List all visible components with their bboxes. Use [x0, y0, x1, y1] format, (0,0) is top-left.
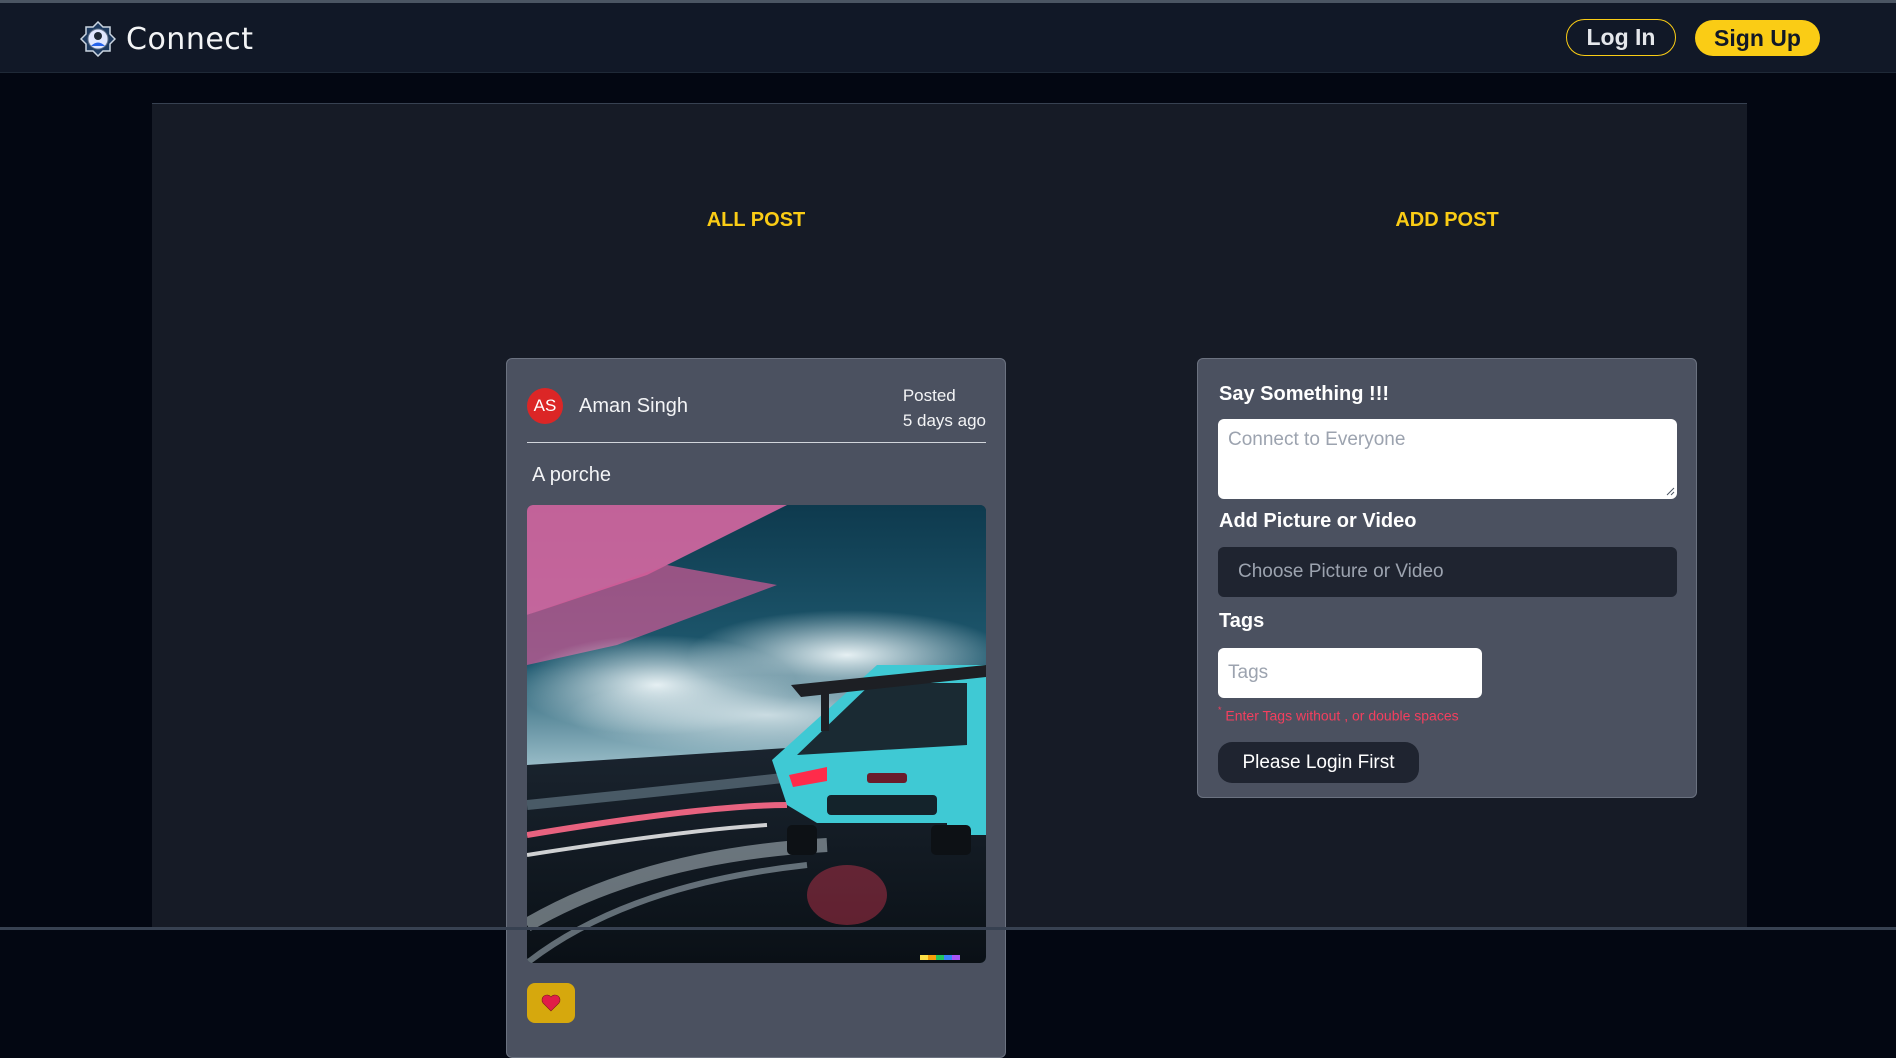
tags-hint: * Enter Tags without , or double spaces: [1218, 705, 1459, 724]
avatar[interactable]: AS: [527, 388, 563, 424]
main-panel: ALL POST ADD POST AS Aman Singh Posted 5…: [152, 103, 1747, 1058]
post-timestamp: Posted 5 days ago: [903, 383, 986, 433]
brand[interactable]: Connect: [80, 19, 254, 59]
like-button[interactable]: [527, 983, 575, 1023]
media-file-picker[interactable]: Choose Picture or Video: [1218, 547, 1677, 597]
race-car-photo: [527, 505, 986, 963]
add-post-form: Say Something !!! Add Picture or Video C…: [1197, 358, 1697, 798]
heart-icon: [541, 994, 561, 1012]
add-post-heading: ADD POST: [1395, 209, 1499, 231]
post-header: AS Aman Singh Posted 5 days ago: [527, 385, 986, 443]
navbar: Connect Log In Sign Up: [0, 3, 1896, 73]
post-caption: A porche: [532, 464, 611, 486]
say-something-label: Say Something !!!: [1219, 383, 1390, 405]
sign-up-button[interactable]: Sign Up: [1695, 20, 1820, 56]
connect-logo-icon: [80, 21, 116, 57]
posted-time: 5 days ago: [902, 411, 986, 430]
post-author-name[interactable]: Aman Singh: [579, 395, 688, 418]
tags-label: Tags: [1219, 610, 1265, 632]
brand-name: Connect: [126, 21, 254, 57]
post-text-input[interactable]: [1218, 419, 1677, 499]
tags-hint-asterisk: *: [1218, 705, 1222, 715]
all-post-heading: ALL POST: [706, 209, 806, 231]
please-login-first-button[interactable]: Please Login First: [1218, 742, 1419, 783]
tags-input[interactable]: [1218, 648, 1482, 698]
add-media-label: Add Picture or Video: [1219, 510, 1417, 532]
log-in-button[interactable]: Log In: [1566, 19, 1676, 56]
post-card: AS Aman Singh Posted 5 days ago A porche: [506, 358, 1006, 1058]
resize-handle-icon[interactable]: [1666, 487, 1675, 496]
posted-label: Posted: [902, 386, 956, 405]
post-image[interactable]: [527, 505, 986, 963]
tags-hint-text: Enter Tags without , or double spaces: [1225, 707, 1459, 724]
